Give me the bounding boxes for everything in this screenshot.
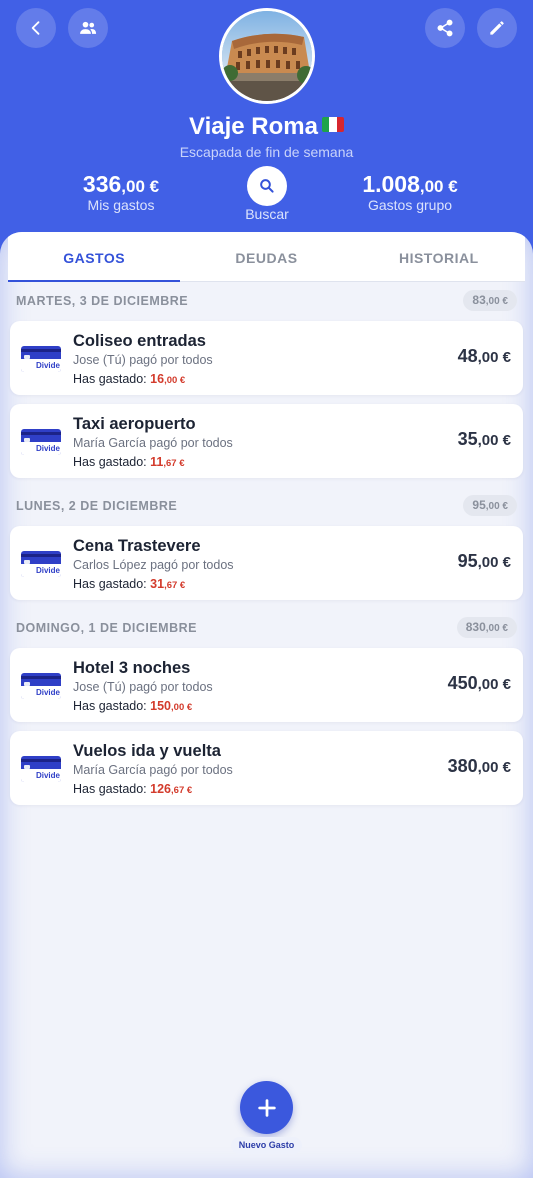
back-button[interactable] bbox=[16, 8, 56, 48]
expense-payer: María García pagó por todos bbox=[73, 763, 233, 777]
expense-card[interactable]: Divide Vuelos ida y vuelta María García … bbox=[10, 731, 523, 805]
expense-my-share: Has gastado: 150,00 € bbox=[73, 699, 193, 713]
group-avatar[interactable] bbox=[219, 8, 315, 104]
group-title-text: Viaje Roma bbox=[189, 113, 318, 140]
expense-payer: Jose (Tú) pagó por todos bbox=[73, 353, 213, 367]
tab-gastos[interactable]: GASTOS bbox=[8, 232, 181, 282]
share-icon bbox=[437, 19, 453, 37]
group-title: Viaje Roma bbox=[0, 113, 533, 141]
expense-card[interactable]: Divide Cena Trastevere Carlos López pagó… bbox=[10, 526, 523, 600]
pencil-icon bbox=[490, 21, 504, 35]
my-expenses-amount: 336,00 € bbox=[82, 171, 160, 197]
day-total-badge: 830,00 € bbox=[456, 617, 517, 638]
expense-amount: 450,00 € bbox=[447, 673, 511, 693]
group-expenses-amount: 1.008,00 € bbox=[362, 171, 458, 197]
tab-deudas[interactable]: DEUDAS bbox=[180, 232, 352, 281]
expense-my-share: Has gastado: 11,67 € bbox=[73, 455, 185, 469]
add-expense-label[interactable]: Nuevo Gasto bbox=[231, 1137, 302, 1154]
expense-name: Hotel 3 noches bbox=[73, 659, 191, 677]
expense-name: Vuelos ida y vuelta bbox=[73, 742, 221, 760]
add-expense-button[interactable] bbox=[240, 1081, 293, 1134]
day-total-badge: 95,00 € bbox=[463, 495, 517, 516]
group-subtitle: Escapada de fin de semana bbox=[179, 144, 354, 160]
expense-amount: 48,00 € bbox=[457, 346, 511, 366]
italy-flag-icon bbox=[321, 117, 344, 132]
day-label: LUNES, 2 DE DICIEMBRE bbox=[16, 499, 178, 513]
card-logo-icon: Divide bbox=[21, 429, 61, 455]
group-expenses-stat: 1.008,00 € Gastos grupo bbox=[315, 171, 505, 213]
expense-payer: Jose (Tú) pagó por todos bbox=[73, 680, 213, 694]
plus-icon bbox=[257, 1098, 276, 1117]
share-button[interactable] bbox=[425, 8, 465, 48]
tab-historial[interactable]: HISTORIAL bbox=[353, 232, 525, 281]
card-logo-icon: Divide bbox=[21, 756, 61, 782]
people-icon bbox=[80, 21, 97, 34]
card-logo-icon: Divide bbox=[21, 346, 61, 372]
expense-my-share: Has gastado: 31,67 € bbox=[73, 577, 186, 591]
expense-card[interactable]: Divide Coliseo entradas Jose (Tú) pagó p… bbox=[10, 321, 523, 395]
day-label: DOMINGO, 1 DE DICIEMBRE bbox=[16, 621, 197, 635]
my-expenses-label: Mis gastos bbox=[87, 197, 155, 213]
day-total-badge: 83,00 € bbox=[463, 290, 517, 311]
search-icon bbox=[260, 179, 274, 193]
content-sheet: GASTOS DEUDAS HISTORIAL MARTES, 3 DE DIC… bbox=[0, 232, 533, 1178]
group-header: Viaje Roma Escapada de fin de semana 336… bbox=[0, 0, 533, 245]
expense-payer: María García pagó por todos bbox=[73, 436, 233, 450]
card-logo-icon: Divide bbox=[21, 551, 61, 577]
expense-card[interactable]: Divide Hotel 3 noches Jose (Tú) pagó por… bbox=[10, 648, 523, 722]
edit-button[interactable] bbox=[477, 8, 517, 48]
day-header: LUNES, 2 DE DICIEMBRE 95,00 € bbox=[16, 495, 517, 517]
group-expenses-label: Gastos grupo bbox=[367, 197, 453, 213]
expense-my-share: Has gastado: 126,67 € bbox=[73, 782, 193, 796]
expense-amount: 95,00 € bbox=[457, 551, 511, 571]
search-button[interactable] bbox=[247, 166, 287, 206]
expense-amount: 35,00 € bbox=[457, 429, 511, 449]
day-header: DOMINGO, 1 DE DICIEMBRE 830,00 € bbox=[16, 617, 517, 639]
tab-bar: GASTOS DEUDAS HISTORIAL bbox=[8, 232, 525, 282]
chevron-left-icon bbox=[31, 21, 40, 35]
day-header: MARTES, 3 DE DICIEMBRE 83,00 € bbox=[16, 290, 517, 312]
day-label: MARTES, 3 DE DICIEMBRE bbox=[16, 294, 189, 308]
colosseum-photo bbox=[222, 11, 312, 101]
search-label[interactable]: Buscar bbox=[226, 206, 308, 222]
expense-name: Coliseo entradas bbox=[73, 332, 206, 350]
my-expenses-stat: 336,00 € Mis gastos bbox=[26, 171, 216, 213]
expense-amount: 380,00 € bbox=[447, 756, 511, 776]
card-logo-icon: Divide bbox=[21, 673, 61, 699]
expense-name: Taxi aeropuerto bbox=[73, 415, 196, 433]
expense-my-share: Has gastado: 16,00 € bbox=[73, 372, 186, 386]
expense-payer: Carlos López pagó por todos bbox=[73, 558, 234, 572]
expense-card[interactable]: Divide Taxi aeropuerto María García pagó… bbox=[10, 404, 523, 478]
members-button[interactable] bbox=[68, 8, 108, 48]
expense-name: Cena Trastevere bbox=[73, 537, 201, 555]
